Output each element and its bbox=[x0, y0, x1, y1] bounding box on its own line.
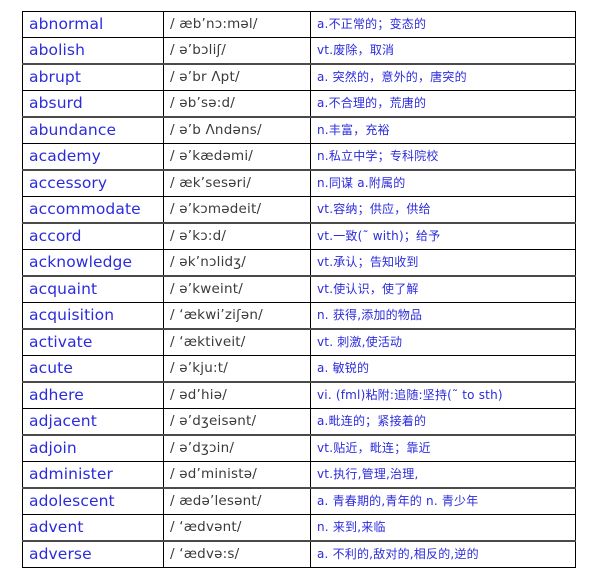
phonetic-cell: / ‘ædvənt/ bbox=[163, 514, 311, 542]
table-row: abundance / ə’b Λndəns/n.丰富，充裕 bbox=[22, 116, 576, 144]
word-cell: adolescent bbox=[22, 487, 164, 515]
phonetic-cell: / ə’dʒɔin/ bbox=[163, 434, 311, 462]
definition-cell: a. 突然的，意外的，唐突的 bbox=[310, 63, 576, 91]
word-cell: adhere bbox=[22, 381, 164, 409]
word-cell: adjoin bbox=[22, 434, 164, 462]
table-row: advent / ‘ædvənt/n. 来到,来临 bbox=[22, 514, 576, 542]
table-row: abrupt / ə’br Λpt/a. 突然的，意外的，唐突的 bbox=[22, 63, 576, 91]
phonetic-cell: / æb’nɔ:məl/ bbox=[163, 11, 311, 38]
definition-cell: n. 来到,来临 bbox=[310, 514, 576, 542]
table-row: abolish / ə’bɔliʃ/vt.废除，取消 bbox=[22, 37, 576, 65]
definition-cell: vt.容纳；供应，供给 bbox=[310, 196, 576, 224]
definition-cell: n. 获得,添加的物品 bbox=[310, 302, 576, 330]
table-row: accord / ə’kɔ:d/vt.一致(˜ with)；给予 bbox=[22, 222, 576, 250]
phonetic-cell: / ‘æktiveit/ bbox=[163, 328, 311, 356]
phonetic-cell: / ə’kɔ:d/ bbox=[163, 222, 311, 250]
table-row: adjoin / ə’dʒɔin/vt.贴近，毗连；靠近 bbox=[22, 434, 576, 462]
word-cell: acknowledge bbox=[22, 249, 164, 277]
definition-cell: a. 不利的,敌对的,相反的,逆的 bbox=[310, 540, 576, 568]
table-row: acquaint / ə’kweint/vt.使认识，使了解 bbox=[22, 275, 576, 303]
phonetic-cell: / ‘ædvə:s/ bbox=[163, 540, 311, 568]
definition-cell: vt. 刺激,使活动 bbox=[310, 328, 576, 356]
phonetic-cell: / ædə’lesənt/ bbox=[163, 487, 311, 515]
word-cell: abolish bbox=[22, 37, 164, 65]
word-cell: administer bbox=[22, 461, 164, 489]
definition-cell: a. 敏锐的 bbox=[310, 355, 576, 383]
definition-cell: a.不正常的；变态的 bbox=[310, 11, 576, 38]
definition-cell: vt.废除，取消 bbox=[310, 37, 576, 65]
phonetic-cell: / æk’sesəri/ bbox=[163, 169, 311, 197]
phonetic-cell: / əd’hiə/ bbox=[163, 381, 311, 409]
vocabulary-sheet: abnormal / æb’nɔ:məl/a.不正常的；变态的 abolish / ə… bbox=[0, 0, 600, 568]
table-row: accommodate / ə’kɔmədeit/vt.容纳；供应，供给 bbox=[22, 196, 576, 224]
word-cell: acquaint bbox=[22, 275, 164, 303]
phonetic-cell: / ə’b Λndəns/ bbox=[163, 116, 311, 144]
word-cell: accommodate bbox=[22, 196, 164, 224]
word-cell: acute bbox=[22, 355, 164, 383]
table-row: adolescent / ædə’lesənt/a. 青春期的,青年的 n. 青少… bbox=[22, 487, 576, 515]
table-row: administer / əd’ministə/vt.执行,管理,治理, bbox=[22, 461, 576, 489]
table-row: acquisition / ‘ækwi’ziʃən/n. 获得,添加的物品 bbox=[22, 302, 576, 330]
definition-cell: n.丰富，充裕 bbox=[310, 116, 576, 144]
phonetic-cell: / ək’nɔlidʒ/ bbox=[163, 249, 311, 277]
table-row: acute / ə’kju:t/a. 敏锐的 bbox=[22, 355, 576, 383]
definition-cell: vt.贴近，毗连；靠近 bbox=[310, 434, 576, 462]
phonetic-cell: / əb’sə:d/ bbox=[163, 90, 311, 118]
word-cell: accessory bbox=[22, 169, 164, 197]
definition-cell: n.同谋 a.附属的 bbox=[310, 169, 576, 197]
phonetic-cell: / ‘ækwi’ziʃən/ bbox=[163, 302, 311, 330]
table-row: abnormal / æb’nɔ:məl/a.不正常的；变态的 bbox=[22, 11, 576, 38]
vocabulary-table: abnormal / æb’nɔ:məl/a.不正常的；变态的 abolish / ə… bbox=[22, 11, 576, 568]
phonetic-cell: / ə’kædəmi/ bbox=[163, 143, 311, 171]
definition-cell: vi. (fml)粘附:追随:坚持(˜ to sth) bbox=[310, 381, 576, 409]
word-cell: abundance bbox=[22, 116, 164, 144]
word-cell: abnormal bbox=[22, 11, 164, 38]
table-row: academy / ə’kædəmi/n.私立中学；专科院校 bbox=[22, 143, 576, 171]
table-row: absurd / əb’sə:d/a.不合理的，荒唐的 bbox=[22, 90, 576, 118]
vocabulary-table-body: abnormal / æb’nɔ:məl/a.不正常的；变态的 abolish / ə… bbox=[22, 11, 576, 568]
phonetic-cell: / ə’kweint/ bbox=[163, 275, 311, 303]
phonetic-cell: / ə’kɔmədeit/ bbox=[163, 196, 311, 224]
table-row: activate / ‘æktiveit/vt. 刺激,使活动 bbox=[22, 328, 576, 356]
definition-cell: a.不合理的，荒唐的 bbox=[310, 90, 576, 118]
table-row: adverse / ‘ædvə:s/a. 不利的,敌对的,相反的,逆的 bbox=[22, 540, 576, 568]
word-cell: advent bbox=[22, 514, 164, 542]
word-cell: acquisition bbox=[22, 302, 164, 330]
phonetic-cell: / əd’ministə/ bbox=[163, 461, 311, 489]
definition-cell: a.毗连的；紧接着的 bbox=[310, 408, 576, 436]
word-cell: activate bbox=[22, 328, 164, 356]
definition-cell: n.私立中学；专科院校 bbox=[310, 143, 576, 171]
definition-cell: vt.承认；告知收到 bbox=[310, 249, 576, 277]
table-row: adjacent / ə’dʒeisənt/a.毗连的；紧接着的 bbox=[22, 408, 576, 436]
definition-cell: vt.使认识，使了解 bbox=[310, 275, 576, 303]
word-cell: academy bbox=[22, 143, 164, 171]
table-row: adhere / əd’hiə/vi. (fml)粘附:追随:坚持(˜ to st… bbox=[22, 381, 576, 409]
definition-cell: a. 青春期的,青年的 n. 青少年 bbox=[310, 487, 576, 515]
definition-cell: vt.执行,管理,治理, bbox=[310, 461, 576, 489]
phonetic-cell: / ə’bɔliʃ/ bbox=[163, 37, 311, 65]
word-cell: absurd bbox=[22, 90, 164, 118]
phonetic-cell: / ə’br Λpt/ bbox=[163, 63, 311, 91]
phonetic-cell: / ə’kju:t/ bbox=[163, 355, 311, 383]
phonetic-cell: / ə’dʒeisənt/ bbox=[163, 408, 311, 436]
word-cell: adverse bbox=[22, 540, 164, 568]
word-cell: adjacent bbox=[22, 408, 164, 436]
table-row: accessory / æk’sesəri/n.同谋 a.附属的 bbox=[22, 169, 576, 197]
word-cell: abrupt bbox=[22, 63, 164, 91]
table-row: acknowledge / ək’nɔlidʒ/vt.承认；告知收到 bbox=[22, 249, 576, 277]
word-cell: accord bbox=[22, 222, 164, 250]
definition-cell: vt.一致(˜ with)；给予 bbox=[310, 222, 576, 250]
